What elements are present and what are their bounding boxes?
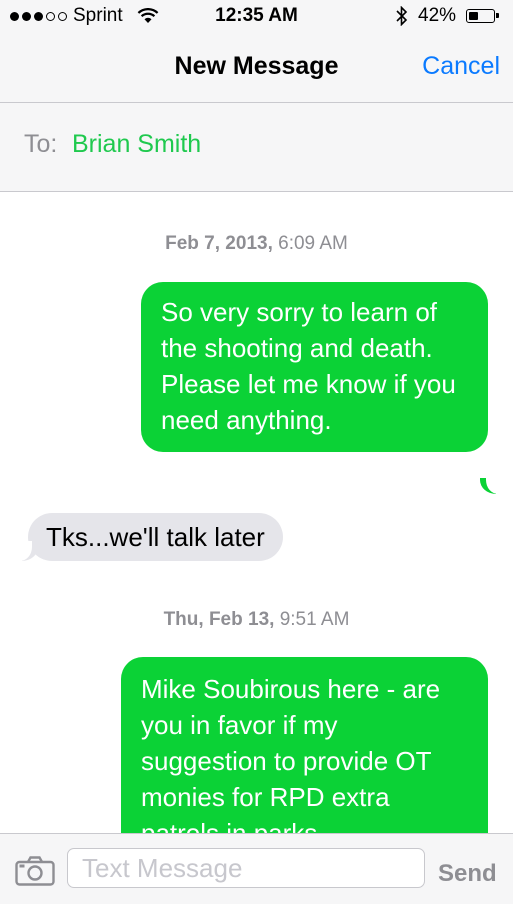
recipient-name[interactable]: Brian Smith xyxy=(72,130,201,159)
status-bar: Sprint 12:35 AM 42% xyxy=(0,0,513,34)
bubble-tail xyxy=(18,541,38,561)
outgoing-message-bubble[interactable]: Mike Soubirous here - are you in favor i… xyxy=(121,657,488,857)
battery-icon xyxy=(466,9,499,23)
camera-icon[interactable] xyxy=(15,856,55,886)
battery-percent: 42% xyxy=(418,5,457,26)
battery-fill xyxy=(469,12,478,20)
outgoing-message-bubble[interactable]: So very sorry to learn of the shooting a… xyxy=(141,282,488,452)
timestamp-date: Feb 7, 2013, xyxy=(165,233,273,254)
message-input-bar: Text Message Send xyxy=(0,833,513,904)
timestamp-date: Thu, Feb 13, xyxy=(163,609,275,630)
send-button[interactable]: Send xyxy=(438,860,497,888)
to-label: To: xyxy=(24,130,58,158)
bubble-tail xyxy=(480,474,500,494)
top-bar: Sprint 12:35 AM 42% New Message Cancel xyxy=(0,0,513,103)
timestamp-time: 6:09 AM xyxy=(272,233,348,254)
message-input[interactable]: Text Message xyxy=(67,848,425,888)
timestamp-time: 9:51 AM xyxy=(274,609,350,630)
cancel-button[interactable]: Cancel xyxy=(422,52,500,81)
message-timestamp: Thu, Feb 13, 9:51 AM xyxy=(0,609,513,631)
message-timestamp: Feb 7, 2013, 6:09 AM xyxy=(0,233,513,255)
recipient-field[interactable]: To: Brian Smith xyxy=(0,103,513,192)
incoming-message-bubble[interactable]: Tks...we'll talk later xyxy=(28,513,283,561)
bluetooth-icon xyxy=(396,6,408,26)
